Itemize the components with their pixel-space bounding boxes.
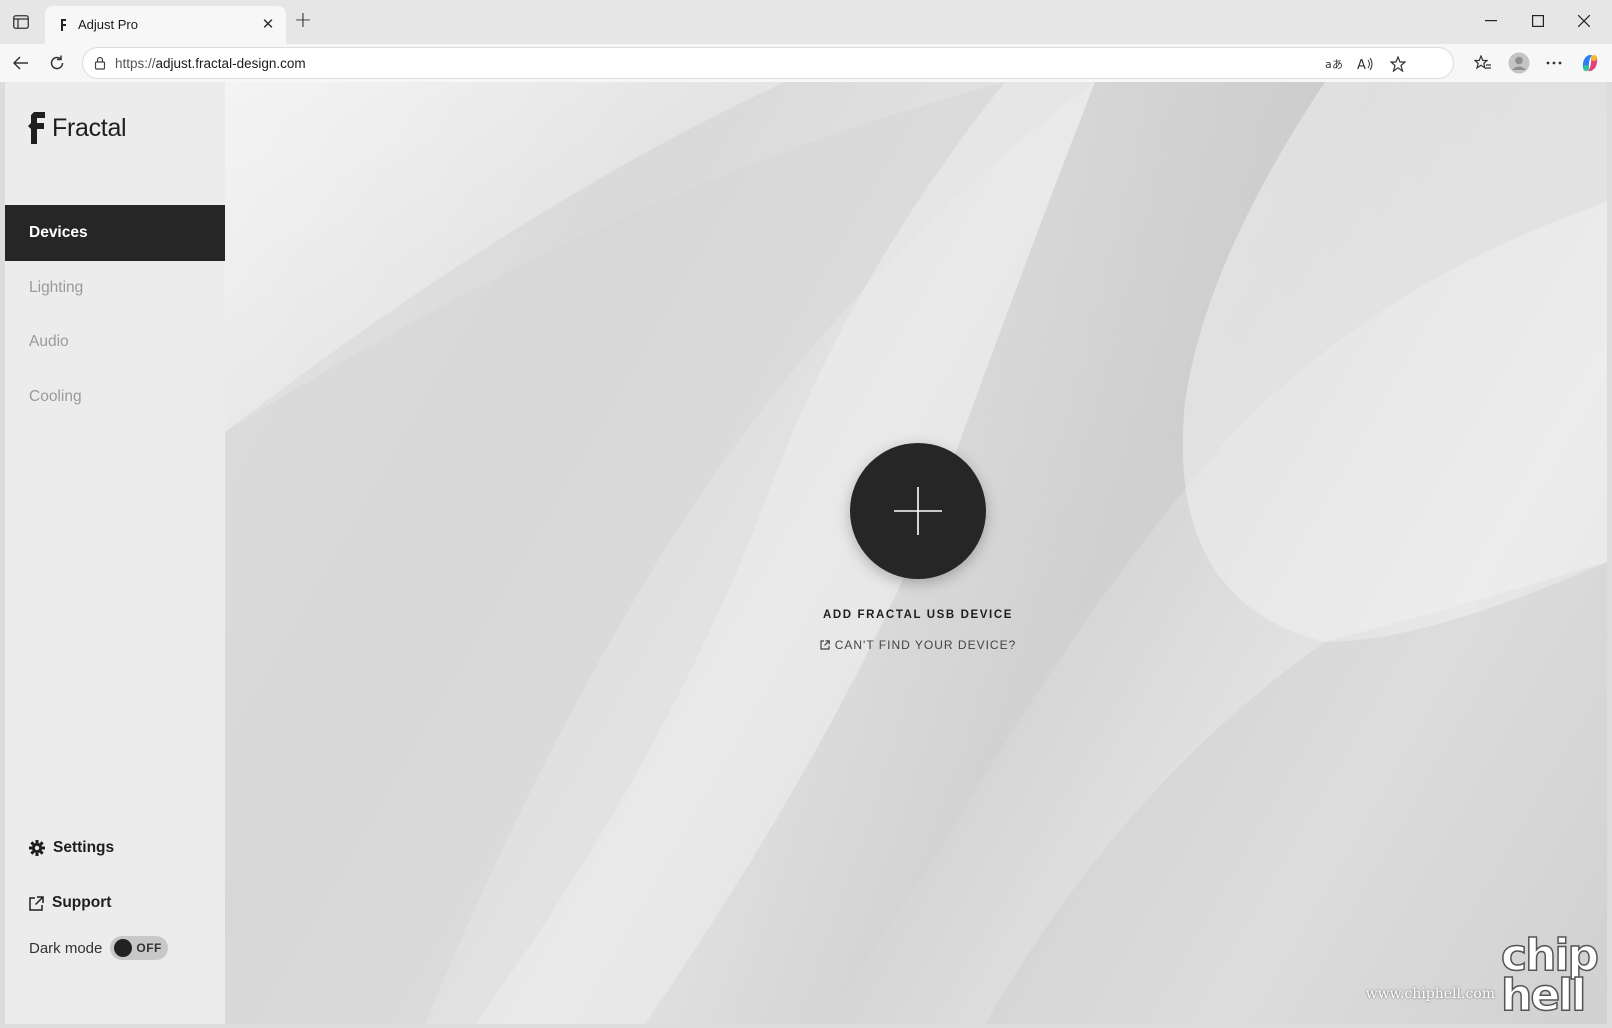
help-link-label: CAN'T FIND YOUR DEVICE? <box>834 638 1017 652</box>
toggle-state: OFF <box>136 941 162 955</box>
sidebar-item-cooling[interactable]: Cooling <box>5 369 225 425</box>
browser-tab[interactable]: Adjust Pro ✕ <box>45 6 286 44</box>
plus-icon[interactable]: + <box>292 10 314 33</box>
sidebar-item-label: Audio <box>29 333 69 350</box>
refresh-icon[interactable] <box>43 49 71 77</box>
watermark-logo: chip hell <box>1500 930 1599 1021</box>
more-icon[interactable] <box>1540 49 1568 77</box>
favorites-icon[interactable] <box>1469 49 1497 77</box>
chiphell-watermark: www.chiphell.com chip hell <box>1365 930 1600 1021</box>
sidebar-item-devices[interactable]: Devices <box>5 205 225 261</box>
close-icon[interactable]: ✕ <box>258 15 278 35</box>
browser-titlebar: Adjust Pro ✕ + <box>0 0 1612 44</box>
sidebar-item-label: Lighting <box>29 279 84 296</box>
settings-label: Settings <box>53 839 115 856</box>
gear-icon <box>29 840 45 856</box>
external-link-icon <box>29 895 44 911</box>
browser-toolbar: https://adjust.fractal-design.com aあ A <box>0 44 1612 82</box>
close-window-icon[interactable] <box>1569 8 1599 34</box>
main-content: ADD FRACTAL USB DEVICE CAN'T FIND YOUR D… <box>225 82 1607 1024</box>
sidebar-item-lighting[interactable]: Lighting <box>5 260 225 316</box>
fractal-favicon-icon <box>57 18 71 32</box>
svg-text:A: A <box>1357 58 1366 71</box>
watermark-url: www.chiphell.com <box>1365 986 1496 1002</box>
fractal-logo-icon <box>28 112 45 144</box>
back-icon[interactable] <box>7 49 35 77</box>
copilot-icon[interactable] <box>1576 49 1604 77</box>
support-link[interactable]: Support <box>29 894 111 912</box>
star-icon[interactable] <box>1387 53 1409 75</box>
fractal-logo[interactable]: Fractal <box>28 112 127 144</box>
profile-icon[interactable] <box>1505 49 1533 77</box>
dark-mode-label: Dark mode <box>29 939 103 957</box>
add-device-button[interactable] <box>850 443 986 579</box>
lock-icon[interactable] <box>93 56 107 70</box>
svg-text:あ: あ <box>1332 58 1343 71</box>
sidebar-item-audio[interactable]: Audio <box>5 314 225 370</box>
address-bar[interactable]: https://adjust.fractal-design.com aあ A <box>82 47 1454 79</box>
translate-icon[interactable]: aあ <box>1323 53 1345 75</box>
dark-mode-toggle[interactable]: OFF <box>110 936 169 960</box>
add-device-label[interactable]: ADD FRACTAL USB DEVICE <box>718 609 1118 621</box>
sidebar-item-label: Devices <box>29 224 88 241</box>
sidebar: Fractal Devices Lighting Audio Cooling S… <box>5 82 225 1024</box>
svg-text:a: a <box>1325 58 1332 71</box>
dark-mode-row: Dark mode OFF <box>29 936 169 960</box>
app-window: Fractal Devices Lighting Audio Cooling S… <box>5 82 1607 1024</box>
maximize-icon[interactable] <box>1523 8 1553 34</box>
read-aloud-icon[interactable]: A <box>1355 53 1377 75</box>
cant-find-device-link[interactable]: CAN'T FIND YOUR DEVICE? <box>718 638 1118 652</box>
logo-text: Fractal <box>52 113 127 142</box>
tab-title: Adjust Pro <box>78 17 138 32</box>
settings-link[interactable]: Settings <box>29 839 114 857</box>
external-link-icon <box>820 640 830 650</box>
url-text[interactable]: https://adjust.fractal-design.com <box>115 56 306 71</box>
toggle-knob <box>114 939 133 957</box>
sidebar-item-label: Cooling <box>29 388 82 405</box>
minimize-icon[interactable] <box>1476 8 1506 34</box>
sidebar-toggle-icon[interactable] <box>10 12 32 32</box>
support-label: Support <box>52 894 112 911</box>
plus-icon <box>894 487 942 535</box>
